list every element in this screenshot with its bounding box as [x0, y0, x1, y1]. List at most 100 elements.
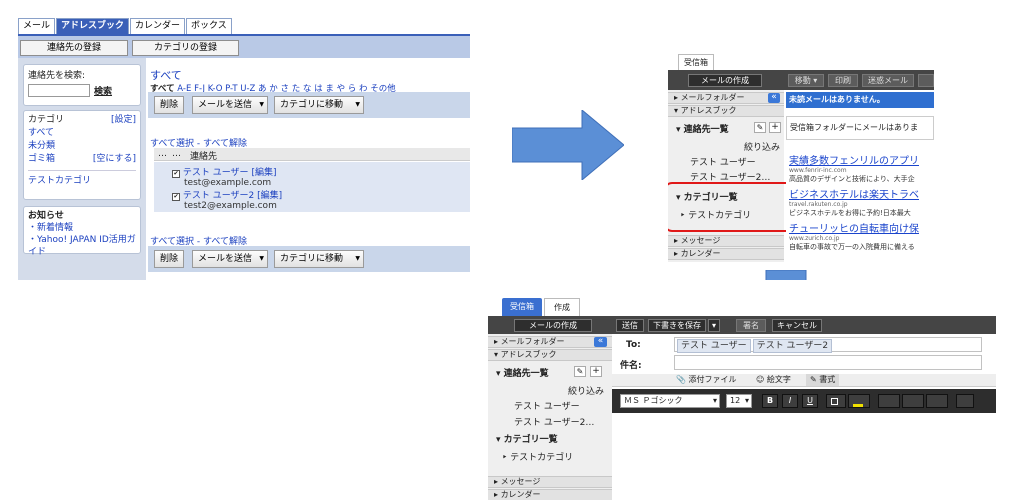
- send-button[interactable]: 送信: [616, 319, 644, 332]
- pencil-icon[interactable]: ✎: [574, 366, 586, 377]
- bold-button[interactable]: B: [762, 394, 778, 408]
- news-item-new[interactable]: ・新着情報: [28, 222, 136, 234]
- ad-item[interactable]: ビジネスホテルは楽天トラベ travel.rakuten.co.jp ビジネスホ…: [789, 186, 934, 218]
- text-color-button[interactable]: [826, 394, 846, 408]
- messages-section[interactable]: ▸ メッセージ: [668, 235, 784, 247]
- recipient-chip[interactable]: テスト ユーザー2: [752, 339, 833, 353]
- italic-button[interactable]: I: [782, 394, 798, 408]
- contact-item[interactable]: テスト ユーザー: [514, 399, 580, 412]
- move-button[interactable]: 移動 ▾: [788, 74, 824, 87]
- indent-button[interactable]: [902, 394, 924, 408]
- align-button[interactable]: [878, 394, 900, 408]
- cancel-button[interactable]: キャンセル: [772, 319, 822, 332]
- checkbox[interactable]: ✔: [172, 193, 180, 201]
- contact-edit-link[interactable]: [編集]: [251, 168, 276, 178]
- contact-item[interactable]: テスト ユーザー2…: [514, 415, 594, 428]
- more-button[interactable]: [918, 74, 934, 87]
- ad-desc: 自転車の事故で万一の入院費用に備える: [789, 243, 915, 251]
- highlight-color-button[interactable]: [848, 394, 870, 408]
- search-input[interactable]: [28, 84, 90, 97]
- ad-item[interactable]: 実績多数フェンリルのアプリ www.fenrir-inc.com 高品質のデザイ…: [789, 152, 934, 184]
- category-item-uncategorized[interactable]: 未分類: [28, 140, 136, 153]
- link-button[interactable]: [956, 394, 974, 408]
- checkbox[interactable]: ✔: [172, 170, 180, 178]
- recipient-chip[interactable]: テスト ユーザー: [677, 339, 751, 353]
- attach-button[interactable]: 📎 添付ファイル: [676, 374, 737, 386]
- news-item-guide[interactable]: ・Yahoo! JAPAN ID活用ガイド: [28, 234, 136, 258]
- category-item-test[interactable]: テストカテゴリ: [28, 170, 136, 188]
- subject-input[interactable]: [674, 355, 982, 370]
- underline-button[interactable]: U: [802, 394, 818, 408]
- new-ui-screenshot: 受信箱 メールの作成 移動 ▾ 印刷 迷惑メール ▸ メールフォルダー « ▾ …: [668, 50, 934, 262]
- category-settings-link[interactable]: [設定]: [111, 114, 136, 127]
- move-category-button[interactable]: カテゴリに移動 ▼: [274, 250, 364, 268]
- tab-addressbook[interactable]: アドレスブック: [56, 18, 130, 34]
- category-list-header[interactable]: ▾ カテゴリ一覧: [496, 432, 558, 445]
- contact-list: ✔ テスト ユーザー [編集] test@example.com ✔ テスト ユ…: [154, 162, 470, 212]
- compose-button[interactable]: メールの作成: [514, 319, 592, 332]
- contact-name[interactable]: テスト ユーザー: [183, 168, 249, 178]
- contact-name[interactable]: テスト ユーザー2: [183, 191, 254, 201]
- tab-inbox[interactable]: 受信箱: [678, 54, 714, 70]
- tab-box[interactable]: ボックス: [186, 18, 232, 34]
- delete-button[interactable]: 削除: [154, 96, 185, 114]
- contact-list-header[interactable]: ▾ 連絡先一覧: [676, 122, 729, 135]
- compose-button[interactable]: メールの作成: [688, 74, 762, 87]
- addressbook-toolbar: 連絡先の登録 カテゴリの登録: [18, 34, 470, 58]
- collapse-icon[interactable]: «: [594, 337, 607, 347]
- to-field[interactable]: テスト ユーザー テスト ユーザー2: [674, 337, 982, 353]
- pencil-icon[interactable]: ✎: [754, 122, 766, 133]
- collapse-icon[interactable]: «: [768, 93, 780, 103]
- category-item-trash[interactable]: ゴミ箱: [28, 153, 55, 166]
- search-label: 連絡先を検索:: [28, 71, 86, 81]
- ad-item[interactable]: チューリッヒの自転車向け保 www.zurich.co.jp 自転車の事故で万一…: [789, 220, 934, 252]
- tab-compose[interactable]: 作成: [544, 298, 580, 316]
- send-mail-label: メールを送信: [198, 254, 253, 264]
- table-row[interactable]: ✔ テスト ユーザー [編集] test@example.com: [172, 165, 276, 188]
- messages-section[interactable]: ▸ メッセージ: [488, 476, 612, 488]
- contact-list-header[interactable]: ▾ 連絡先一覧: [496, 366, 549, 379]
- chevron-down-icon[interactable]: ▾: [708, 319, 720, 332]
- address-book-section[interactable]: ▾ アドレスブック: [668, 105, 784, 117]
- table-row[interactable]: ✔ テスト ユーザー2 [編集] test2@example.com: [172, 188, 282, 211]
- print-button[interactable]: 印刷: [828, 74, 858, 87]
- contact-edit-link[interactable]: [編集]: [257, 191, 282, 201]
- chevron-down-icon: ▾: [744, 396, 749, 405]
- ad-title[interactable]: チューリッヒの自転車向け保: [789, 220, 934, 235]
- filter-link[interactable]: 絞り込み: [744, 140, 780, 153]
- send-mail-button[interactable]: メールを送信 ▼: [192, 96, 268, 114]
- category-item-label: テストカテゴリ: [510, 453, 574, 463]
- formatting-button[interactable]: ✎ 書式: [806, 374, 840, 386]
- tab-inbox[interactable]: 受信箱: [502, 298, 542, 316]
- category-item-test[interactable]: ‣ テストカテゴリ: [502, 450, 573, 463]
- font-value: ＭＳ Ｐゴシック: [624, 396, 683, 405]
- empty-trash-link[interactable]: [空にする]: [93, 153, 136, 166]
- signature-button[interactable]: 署名: [736, 319, 766, 332]
- register-category-button[interactable]: カテゴリの登録: [132, 40, 239, 56]
- font-select[interactable]: ＭＳ Ｐゴシック ▾: [620, 394, 720, 408]
- category-item-all[interactable]: すべて: [28, 127, 136, 140]
- tab-calendar[interactable]: カレンダー: [130, 18, 186, 34]
- highlighter-icon: [853, 404, 863, 407]
- move-category-button[interactable]: カテゴリに移動 ▼: [274, 96, 364, 114]
- mail-folder-section[interactable]: ▸ メールフォルダー: [668, 92, 784, 104]
- address-book-section[interactable]: ▾ アドレスブック: [488, 349, 612, 361]
- emoji-button[interactable]: ☺ 絵文字: [756, 374, 791, 386]
- plus-icon[interactable]: +: [769, 122, 781, 133]
- contact-item[interactable]: テスト ユーザー: [690, 155, 756, 168]
- ad-title[interactable]: 実績多数フェンリルのアプリ: [789, 152, 934, 167]
- tab-mail[interactable]: メール: [18, 18, 56, 34]
- ad-title[interactable]: ビジネスホテルは楽天トラベ: [789, 186, 934, 201]
- calendar-section[interactable]: ▸ カレンダー: [488, 489, 612, 500]
- save-draft-button[interactable]: 下書きを保存: [648, 319, 706, 332]
- plus-icon[interactable]: +: [590, 366, 602, 377]
- delete-button[interactable]: 削除: [154, 250, 185, 268]
- list-button[interactable]: [926, 394, 948, 408]
- spam-button[interactable]: 迷惑メール: [862, 74, 914, 87]
- register-contact-button[interactable]: 連絡先の登録: [20, 40, 128, 56]
- calendar-section[interactable]: ▸ カレンダー: [668, 248, 784, 260]
- filter-link[interactable]: 絞り込み: [568, 384, 604, 397]
- send-mail-button[interactable]: メールを送信 ▼: [192, 250, 268, 268]
- search-button[interactable]: 検索: [94, 84, 112, 97]
- font-size-select[interactable]: 12 ▾: [726, 394, 752, 408]
